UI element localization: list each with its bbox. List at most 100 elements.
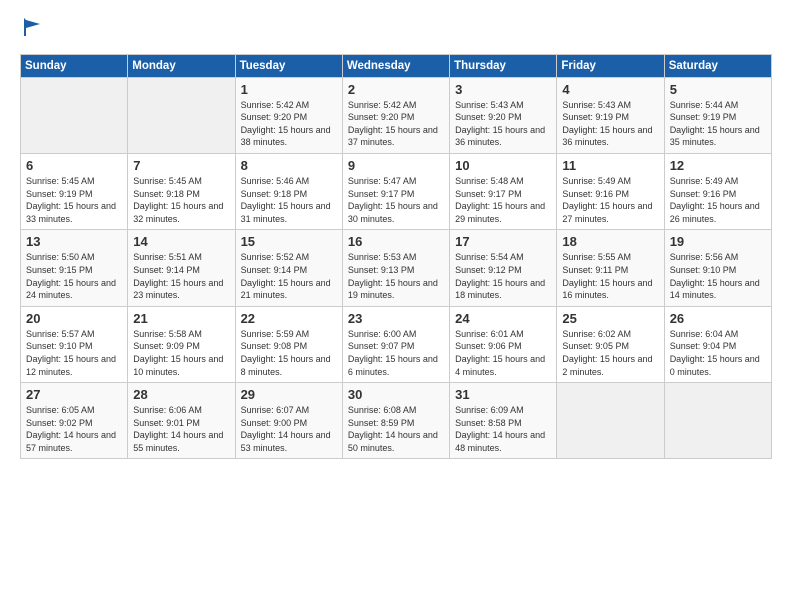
day-info: Sunrise: 6:06 AM Sunset: 9:01 PM Dayligh… xyxy=(133,404,229,454)
day-info: Sunrise: 5:59 AM Sunset: 9:08 PM Dayligh… xyxy=(241,328,337,378)
day-number: 10 xyxy=(455,158,551,173)
day-info: Sunrise: 5:47 AM Sunset: 9:17 PM Dayligh… xyxy=(348,175,444,225)
calendar-cell: 3 Sunrise: 5:43 AM Sunset: 9:20 PM Daylig… xyxy=(450,77,557,153)
day-info: Sunrise: 5:46 AM Sunset: 9:18 PM Dayligh… xyxy=(241,175,337,225)
weekday-header-thursday: Thursday xyxy=(450,54,557,77)
day-number: 12 xyxy=(670,158,766,173)
weekday-header-monday: Monday xyxy=(128,54,235,77)
calendar-cell: 13 Sunrise: 5:50 AM Sunset: 9:15 PM Dayli… xyxy=(21,230,128,306)
calendar-cell: 16Sunrise: 5:53 AM Sunset: 9:13 PM Dayli… xyxy=(342,230,449,306)
calendar-cell: 28 Sunrise: 6:06 AM Sunset: 9:01 PM Dayli… xyxy=(128,383,235,459)
weekday-header-friday: Friday xyxy=(557,54,664,77)
header xyxy=(20,16,772,44)
day-info: Sunrise: 5:54 AM Sunset: 9:12 PM Dayligh… xyxy=(455,251,551,301)
calendar-cell: 11Sunrise: 5:49 AM Sunset: 9:16 PM Dayli… xyxy=(557,153,664,229)
weekday-header-row: SundayMondayTuesdayWednesdayThursdayFrid… xyxy=(21,54,772,77)
calendar-cell: 29Sunrise: 6:07 AM Sunset: 9:00 PM Dayli… xyxy=(235,383,342,459)
day-info: Sunrise: 5:43 AM Sunset: 9:19 PM Dayligh… xyxy=(562,99,658,149)
day-number: 4 xyxy=(562,82,658,97)
calendar-cell: 21 Sunrise: 5:58 AM Sunset: 9:09 PM Dayli… xyxy=(128,306,235,382)
calendar-cell: 7Sunrise: 5:45 AM Sunset: 9:18 PM Daylig… xyxy=(128,153,235,229)
logo xyxy=(20,16,44,44)
day-info: Sunrise: 5:42 AM Sunset: 9:20 PM Dayligh… xyxy=(241,99,337,149)
calendar-cell: 12 Sunrise: 5:49 AM Sunset: 9:16 PM Dayli… xyxy=(664,153,771,229)
day-number: 3 xyxy=(455,82,551,97)
day-info: Sunrise: 5:56 AM Sunset: 9:10 PM Dayligh… xyxy=(670,251,766,301)
day-info: Sunrise: 6:05 AM Sunset: 9:02 PM Dayligh… xyxy=(26,404,122,454)
calendar-cell: 20Sunrise: 5:57 AM Sunset: 9:10 PM Dayli… xyxy=(21,306,128,382)
calendar-cell: 5 Sunrise: 5:44 AM Sunset: 9:19 PM Daylig… xyxy=(664,77,771,153)
day-number: 14 xyxy=(133,234,229,249)
day-number: 30 xyxy=(348,387,444,402)
day-info: Sunrise: 5:48 AM Sunset: 9:17 PM Dayligh… xyxy=(455,175,551,225)
day-number: 26 xyxy=(670,311,766,326)
calendar-cell: 23 Sunrise: 6:00 AM Sunset: 9:07 PM Dayli… xyxy=(342,306,449,382)
calendar-cell: 14Sunrise: 5:51 AM Sunset: 9:14 PM Dayli… xyxy=(128,230,235,306)
day-number: 9 xyxy=(348,158,444,173)
day-number: 23 xyxy=(348,311,444,326)
calendar-cell: 4 Sunrise: 5:43 AM Sunset: 9:19 PM Daylig… xyxy=(557,77,664,153)
day-number: 15 xyxy=(241,234,337,249)
calendar-cell: 31 Sunrise: 6:09 AM Sunset: 8:58 PM Dayli… xyxy=(450,383,557,459)
day-info: Sunrise: 6:01 AM Sunset: 9:06 PM Dayligh… xyxy=(455,328,551,378)
calendar-cell: 19 Sunrise: 5:56 AM Sunset: 9:10 PM Dayli… xyxy=(664,230,771,306)
day-number: 13 xyxy=(26,234,122,249)
day-number: 18 xyxy=(562,234,658,249)
day-number: 28 xyxy=(133,387,229,402)
day-number: 6 xyxy=(26,158,122,173)
day-info: Sunrise: 5:42 AM Sunset: 9:20 PM Dayligh… xyxy=(348,99,444,149)
calendar-cell: 9 Sunrise: 5:47 AM Sunset: 9:17 PM Daylig… xyxy=(342,153,449,229)
day-info: Sunrise: 6:09 AM Sunset: 8:58 PM Dayligh… xyxy=(455,404,551,454)
weekday-header-tuesday: Tuesday xyxy=(235,54,342,77)
page: SundayMondayTuesdayWednesdayThursdayFrid… xyxy=(0,0,792,469)
day-info: Sunrise: 6:08 AM Sunset: 8:59 PM Dayligh… xyxy=(348,404,444,454)
calendar-cell: 15 Sunrise: 5:52 AM Sunset: 9:14 PM Dayli… xyxy=(235,230,342,306)
week-row-3: 13 Sunrise: 5:50 AM Sunset: 9:15 PM Dayli… xyxy=(21,230,772,306)
calendar-cell xyxy=(21,77,128,153)
calendar-cell: 18 Sunrise: 5:55 AM Sunset: 9:11 PM Dayli… xyxy=(557,230,664,306)
week-row-5: 27 Sunrise: 6:05 AM Sunset: 9:02 PM Dayli… xyxy=(21,383,772,459)
day-number: 7 xyxy=(133,158,229,173)
day-info: Sunrise: 6:04 AM Sunset: 9:04 PM Dayligh… xyxy=(670,328,766,378)
day-number: 8 xyxy=(241,158,337,173)
calendar-cell: 17 Sunrise: 5:54 AM Sunset: 9:12 PM Dayli… xyxy=(450,230,557,306)
day-info: Sunrise: 5:43 AM Sunset: 9:20 PM Dayligh… xyxy=(455,99,551,149)
day-info: Sunrise: 6:00 AM Sunset: 9:07 PM Dayligh… xyxy=(348,328,444,378)
weekday-header-wednesday: Wednesday xyxy=(342,54,449,77)
weekday-header-saturday: Saturday xyxy=(664,54,771,77)
day-info: Sunrise: 5:44 AM Sunset: 9:19 PM Dayligh… xyxy=(670,99,766,149)
calendar-cell: 22Sunrise: 5:59 AM Sunset: 9:08 PM Dayli… xyxy=(235,306,342,382)
day-info: Sunrise: 5:50 AM Sunset: 9:15 PM Dayligh… xyxy=(26,251,122,301)
calendar-cell: 30 Sunrise: 6:08 AM Sunset: 8:59 PM Dayli… xyxy=(342,383,449,459)
day-info: Sunrise: 5:45 AM Sunset: 9:19 PM Dayligh… xyxy=(26,175,122,225)
day-number: 25 xyxy=(562,311,658,326)
calendar-cell: 1 Sunrise: 5:42 AM Sunset: 9:20 PM Daylig… xyxy=(235,77,342,153)
day-number: 27 xyxy=(26,387,122,402)
calendar-cell xyxy=(557,383,664,459)
day-info: Sunrise: 5:55 AM Sunset: 9:11 PM Dayligh… xyxy=(562,251,658,301)
calendar-cell: 10 Sunrise: 5:48 AM Sunset: 9:17 PM Dayli… xyxy=(450,153,557,229)
calendar-cell: 2Sunrise: 5:42 AM Sunset: 9:20 PM Daylig… xyxy=(342,77,449,153)
day-info: Sunrise: 5:53 AM Sunset: 9:13 PM Dayligh… xyxy=(348,251,444,301)
day-number: 29 xyxy=(241,387,337,402)
day-number: 31 xyxy=(455,387,551,402)
calendar-cell: 8 Sunrise: 5:46 AM Sunset: 9:18 PM Daylig… xyxy=(235,153,342,229)
calendar-table: SundayMondayTuesdayWednesdayThursdayFrid… xyxy=(20,54,772,460)
calendar-cell xyxy=(664,383,771,459)
calendar-cell: 27 Sunrise: 6:05 AM Sunset: 9:02 PM Dayli… xyxy=(21,383,128,459)
day-number: 5 xyxy=(670,82,766,97)
week-row-4: 20Sunrise: 5:57 AM Sunset: 9:10 PM Dayli… xyxy=(21,306,772,382)
week-row-2: 6 Sunrise: 5:45 AM Sunset: 9:19 PM Daylig… xyxy=(21,153,772,229)
calendar-cell: 6 Sunrise: 5:45 AM Sunset: 9:19 PM Daylig… xyxy=(21,153,128,229)
week-row-1: 1 Sunrise: 5:42 AM Sunset: 9:20 PM Daylig… xyxy=(21,77,772,153)
day-number: 19 xyxy=(670,234,766,249)
day-info: Sunrise: 5:57 AM Sunset: 9:10 PM Dayligh… xyxy=(26,328,122,378)
day-info: Sunrise: 5:58 AM Sunset: 9:09 PM Dayligh… xyxy=(133,328,229,378)
day-number: 21 xyxy=(133,311,229,326)
day-info: Sunrise: 5:49 AM Sunset: 9:16 PM Dayligh… xyxy=(670,175,766,225)
day-number: 1 xyxy=(241,82,337,97)
weekday-header-sunday: Sunday xyxy=(21,54,128,77)
day-number: 17 xyxy=(455,234,551,249)
day-info: Sunrise: 5:52 AM Sunset: 9:14 PM Dayligh… xyxy=(241,251,337,301)
calendar-cell: 26 Sunrise: 6:04 AM Sunset: 9:04 PM Dayli… xyxy=(664,306,771,382)
